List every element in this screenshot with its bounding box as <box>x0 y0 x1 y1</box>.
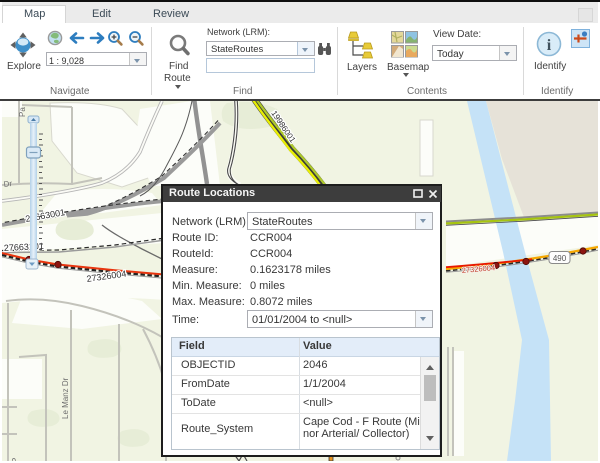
svg-text:490: 490 <box>553 254 567 263</box>
svg-text:Pa: Pa <box>18 107 27 117</box>
svg-text:i: i <box>547 37 552 54</box>
svg-text:Le Manz Dr: Le Manz Dr <box>61 377 70 419</box>
svg-text:27663101: 27663101 <box>4 241 45 253</box>
svg-text:P: P <box>11 458 20 461</box>
svg-text:Dr: Dr <box>3 179 13 189</box>
